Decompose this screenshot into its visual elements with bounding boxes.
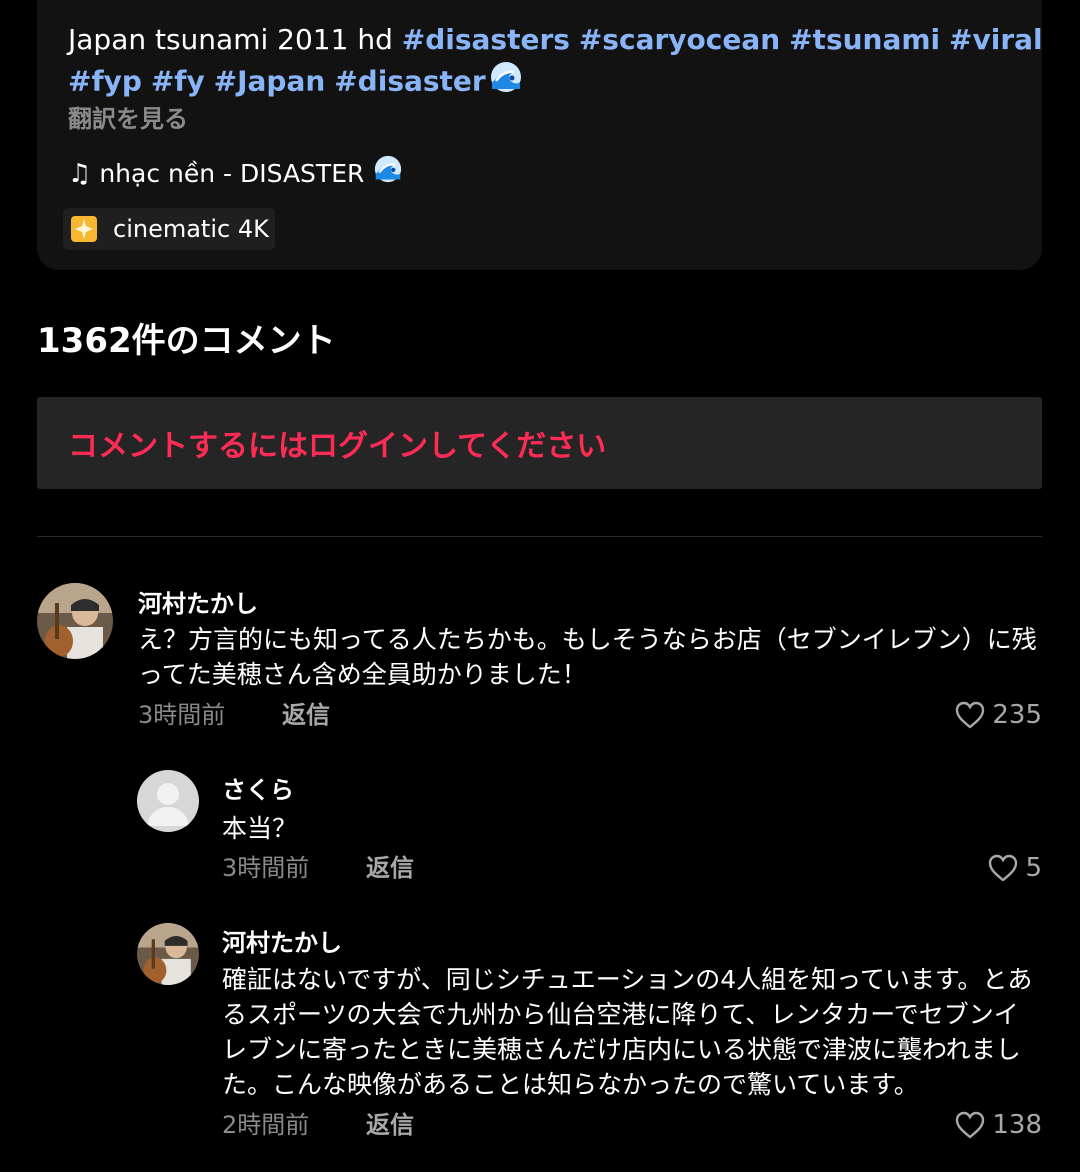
login-to-comment-button[interactable]: コメントするにはログインしてください [37, 397, 1042, 489]
description-line-1: Japan tsunami 2011 hd #disasters #scaryo… [68, 20, 1043, 60]
see-translation-link[interactable]: 翻訳を見る [68, 102, 188, 136]
heart-icon [956, 1111, 985, 1139]
like-button[interactable]: 138 [954, 1108, 1042, 1142]
hashtag-link[interactable]: #disaster [334, 65, 486, 98]
description-line-2: #fyp #fy #Japan #disaster [68, 61, 522, 104]
heart-icon [989, 854, 1018, 882]
hashtag-link[interactable]: #fyp [68, 65, 142, 98]
hashtag-link[interactable]: #fy [151, 65, 205, 98]
reply-button[interactable]: 返信 [366, 1108, 414, 1142]
heart-icon [956, 701, 985, 729]
comments-count-heading: 1362件のコメント [37, 321, 336, 361]
avatar[interactable] [137, 770, 199, 832]
comment-text: え？方言的にも知ってる人たちかも。もしそうならお店（セブンイレブン）に残ってた美… [138, 625, 1037, 689]
comment-timestamp: 3時間前 [222, 854, 310, 882]
sparkle-icon [71, 216, 97, 242]
like-count: 235 [992, 700, 1042, 730]
divider [37, 536, 1042, 537]
hashtag-link[interactable]: #viral [949, 23, 1043, 56]
music-note-icon: ♫ [68, 159, 92, 189]
reply-button[interactable]: 返信 [366, 851, 414, 885]
hashtag-link[interactable]: #disasters [402, 23, 570, 56]
like-count: 138 [992, 1110, 1042, 1140]
description-text: Japan tsunami 2011 hd [68, 23, 402, 56]
comment-username[interactable]: 河村たかし [138, 588, 258, 620]
music-label: nhạc nền - DISASTER [99, 159, 365, 188]
wave-icon [374, 155, 402, 193]
login-prompt-label: コメントするにはログインしてください [68, 429, 607, 464]
hashtag-link[interactable]: #Japan [214, 65, 326, 98]
avatar[interactable] [37, 583, 113, 659]
reply-button[interactable]: 返信 [282, 698, 330, 732]
effect-tag[interactable]: cinematic 4K [63, 208, 275, 250]
hashtag-link[interactable]: #tsunami [789, 23, 940, 56]
like-button[interactable]: 235 [954, 698, 1042, 732]
comment-timestamp: 3時間前 [138, 701, 226, 729]
comment-text: 本当？ [222, 814, 298, 843]
wave-icon [490, 61, 522, 104]
avatar[interactable] [137, 923, 199, 985]
default-avatar-icon [147, 783, 189, 826]
comments-panel: Japan tsunami 2011 hd #disasters #scaryo… [0, 0, 1080, 1172]
comment-timestamp: 2時間前 [222, 1111, 310, 1139]
like-button[interactable]: 5 [987, 851, 1042, 885]
music-link[interactable]: ♫ nhạc nền - DISASTER [68, 155, 402, 193]
comment-username[interactable]: 河村たかし [222, 927, 342, 959]
like-count: 5 [1025, 853, 1042, 883]
effect-label: cinematic 4K [113, 215, 269, 243]
hashtag-link[interactable]: #scaryocean [579, 23, 780, 56]
comment-username[interactable]: さくら [222, 774, 294, 806]
comment-text: 確証はないですが、同じシチュエーションの4人組を知っています。とあるスポーツの大… [222, 965, 1033, 1099]
